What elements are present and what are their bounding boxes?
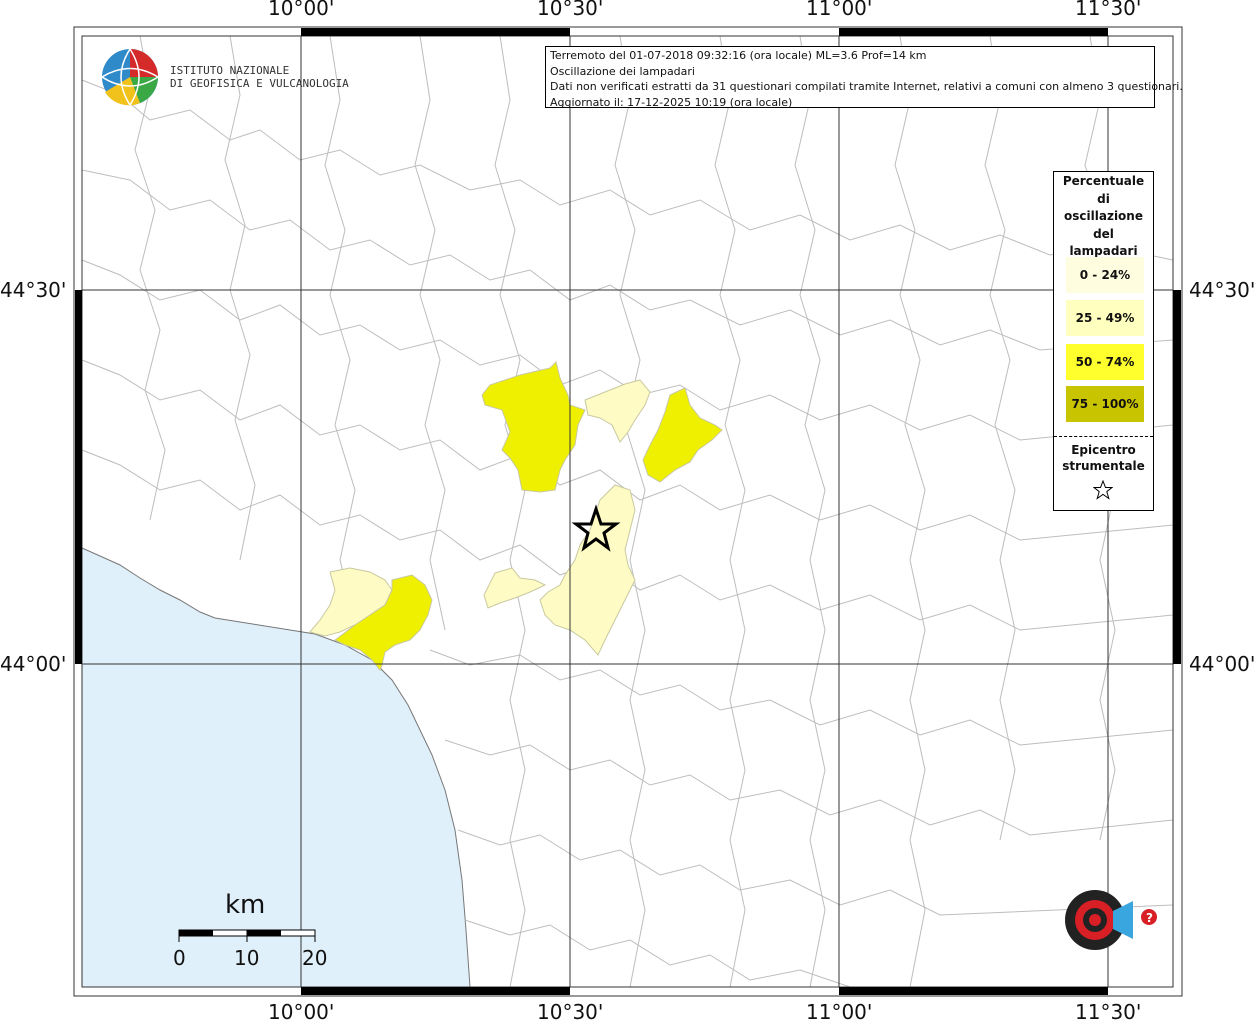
- svg-text:?: ?: [1146, 911, 1153, 925]
- scale-bar-unit: km: [225, 890, 266, 920]
- ingv-logo-line2: DI GEOFISICA E VULCANOLOGIA: [170, 77, 349, 90]
- legend-title-line3: oscillazione: [1064, 209, 1143, 223]
- event-info-line4: Aggiornato il: 17-12-2025 10:19 (ora loc…: [550, 95, 793, 109]
- lon-label-bottom-1: 10°00': [268, 1000, 335, 1024]
- legend-epicenter-line2: strumentale: [1062, 459, 1145, 473]
- legend-star-icon: [1093, 480, 1113, 500]
- lon-label-top-2: 10°30': [537, 0, 604, 20]
- lon-label-top-4: 11°30': [1075, 0, 1142, 20]
- lon-label-bottom-3: 11°00': [806, 1000, 873, 1024]
- legend-class-75-100: 75 - 100%: [1066, 386, 1144, 422]
- legend-title: Percentuale di oscillazione del lampadar…: [1054, 173, 1153, 261]
- lon-label-top-3: 11°00': [806, 0, 873, 20]
- legend-class-25-49: 25 - 49%: [1066, 300, 1144, 336]
- legend-title-line1: Percentuale: [1062, 174, 1145, 188]
- event-info-line2: Oscillazione dei lampadari: [550, 64, 695, 78]
- haisentito-logo-icon: ?: [1065, 890, 1157, 950]
- lat-label-right-2: 44°00': [1189, 652, 1256, 676]
- scale-bar-tick-10: 10: [234, 946, 260, 970]
- legend-title-line2: di: [1097, 191, 1110, 206]
- event-info-box: Terremoto del 01-07-2018 09:32:16 (ora l…: [545, 46, 1183, 109]
- legend-separator: [1054, 436, 1153, 437]
- event-info-line3: Dati non verificati estratti da 31 quest…: [550, 80, 1183, 93]
- lon-label-bottom-2: 10°30': [537, 1000, 604, 1024]
- event-info-line1: Terremoto del 01-07-2018 09:32:16 (ora l…: [550, 49, 927, 62]
- ingv-logo-text: ISTITUTO NAZIONALE DI GEOFISICA E VULCAN…: [170, 64, 349, 90]
- ingv-logo-icon: [101, 48, 159, 106]
- scale-bar-tick-0: 0: [173, 946, 186, 970]
- lon-label-bottom-4: 11°30': [1075, 1000, 1142, 1024]
- scale-bar-tick-20: 20: [302, 946, 328, 970]
- lon-label-top-1: 10°00': [268, 0, 335, 20]
- legend-epicenter-line1: Epicentro: [1071, 443, 1136, 457]
- ingv-logo-line1: ISTITUTO NAZIONALE: [170, 64, 290, 77]
- lat-label-left-1: 44°30': [0, 278, 67, 302]
- legend-class-50-74: 50 - 74%: [1066, 344, 1144, 380]
- legend: Percentuale di oscillazione del lampadar…: [1053, 171, 1154, 511]
- legend-epicenter-label: Epicentro strumentale: [1054, 442, 1153, 474]
- legend-title-line4: del: [1093, 226, 1114, 241]
- lat-label-right-1: 44°30': [1189, 278, 1256, 302]
- legend-class-0-24: 0 - 24%: [1066, 257, 1144, 293]
- lat-label-left-2: 44°00': [0, 652, 67, 676]
